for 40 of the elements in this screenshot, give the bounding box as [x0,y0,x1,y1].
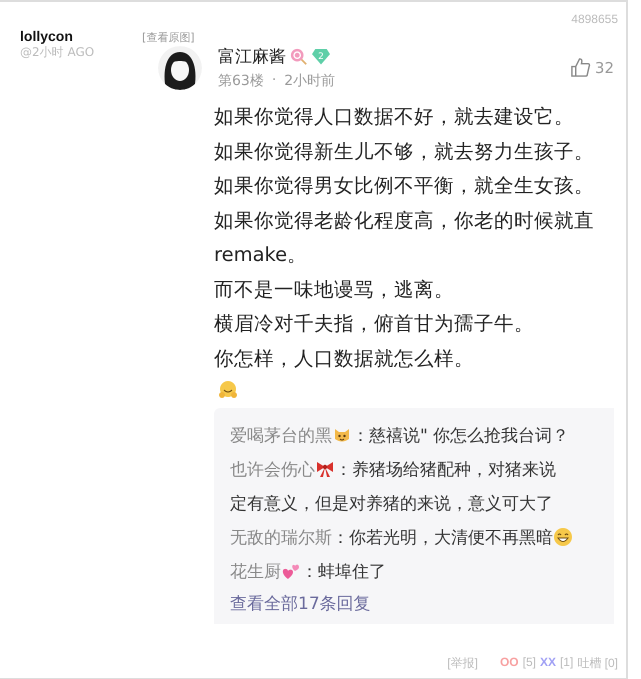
comment-text: 你怎样，人口数据就怎么样。 [214,346,475,372]
floor-number: 第63楼 [218,72,264,90]
comments-link[interactable]: 吐槽 [0] [577,655,618,672]
upvote-button[interactable]: OO [500,655,519,672]
level-badge: 2 [312,48,330,64]
comment-text: 而不是一味地谩骂，逃离。 [214,276,455,302]
view-all-replies-link[interactable]: 查看全部17条回复 [230,588,614,620]
comment-text: 如果你觉得男女比例不平衡，就全生女孩。 [214,173,595,199]
post-id: 4898655 [571,12,618,28]
reply-author[interactable]: 也许会伤心 [230,458,315,480]
reply-author[interactable]: 爱喝茅台的黑 [230,424,332,446]
reply-text: ：蚌埠住了 [301,560,386,582]
reply-author[interactable]: 花生厨 [230,560,281,582]
reply-text: ：你若光明，大清便不再黑暗 [332,526,553,548]
reply-text: ：养猪场给猪配种，对猪来说 [335,458,556,480]
comment-time: 2小时前 [284,72,336,90]
lollipop-icon [290,48,308,66]
view-original-link[interactable]: [查看原图] [142,30,195,45]
avatar-icon [158,46,202,90]
comment-text: 如果你觉得新生儿不够，就去努力生孩子。 [214,138,595,164]
hugging-face-icon [218,380,238,400]
like-count: 32 [594,58,614,76]
reply-text: ：慈禧说" 你怎么抢我台词？ [352,424,570,446]
upvote-count: [5] [522,655,536,671]
bow-icon [315,459,335,479]
report-link[interactable]: [举报] [447,655,478,672]
comment-text: 横眉冷对千夫指，俯首甘为孺子牛。 [214,311,535,337]
commenter-name: 富江麻酱 [218,46,286,68]
downvote-button[interactable]: XX [540,655,556,672]
separator-dot: · [272,72,276,90]
comment-text: remake。 [214,242,308,268]
reply-author[interactable]: 无敌的瑞尔斯 [230,526,332,548]
grin-face-icon [553,527,573,547]
author-name: lollycon [20,28,74,44]
post-time: @2小时 AGO [20,44,96,61]
reply-text: 定有意义，但是对养猪的来说，意义可大了 [230,492,553,514]
downvote-count: [1] [560,655,574,671]
thumbs-up-icon[interactable] [570,57,591,78]
comment-text: 如果你觉得人口数据不好，就去建设它。 [214,104,575,130]
comment-text: 如果你觉得老龄化程度高，你老的时候就直 [214,208,595,234]
